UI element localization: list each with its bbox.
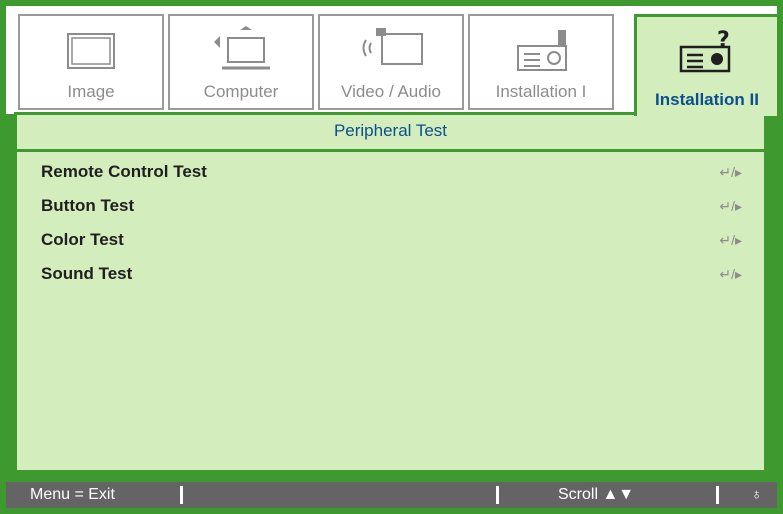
enter-arrow-icon: ↵/▸ (719, 164, 742, 180)
tab-computer-label: Computer (203, 82, 279, 101)
enter-arrow-icon: ↵/▸ (719, 198, 742, 214)
content-panel: Peripheral Test Remote Control Test ↵/▸ … (14, 112, 767, 473)
menu-item-color-test[interactable]: Color Test ↵/▸ (41, 225, 750, 255)
status-bar: Menu = Exit Scroll ▲▼ ♁ (6, 482, 777, 508)
tab-image[interactable]: Image (18, 14, 164, 110)
video-audio-icon (320, 26, 462, 78)
status-divider (496, 486, 499, 504)
tab-installation-2-label: Installation II (655, 90, 759, 109)
tab-image-label: Image (67, 82, 115, 101)
menu-item-label: Remote Control Test (41, 162, 207, 181)
projector-help-icon: ? (637, 27, 777, 79)
menu-item-button-test[interactable]: Button Test ↵/▸ (41, 191, 750, 221)
enter-arrow-icon: ↵/▸ (719, 266, 742, 282)
menu-item-label: Button Test (41, 196, 135, 215)
osd-menu: Image Computer Video / Audio Installatio… (0, 0, 783, 514)
menu-item-remote-control-test[interactable]: Remote Control Test ↵/▸ (41, 157, 750, 187)
menu-item-sound-test[interactable]: Sound Test ↵/▸ (41, 259, 750, 289)
tab-installation-1-label: Installation I (495, 82, 587, 101)
menu-exit-hint: Menu = Exit (30, 486, 115, 503)
bulb-icon: ♁ (751, 486, 763, 503)
svg-text:?: ? (717, 28, 730, 53)
tab-video-audio-label: Video / Audio (341, 82, 441, 101)
scroll-hint: Scroll ▲▼ (558, 486, 635, 503)
tab-installation-1[interactable]: Installation I (468, 14, 614, 110)
tab-computer[interactable]: Computer (168, 14, 314, 110)
menu-item-label: Color Test (41, 230, 124, 249)
tab-video-audio[interactable]: Video / Audio (318, 14, 464, 110)
menu-item-label: Sound Test (41, 264, 133, 283)
computer-icon (170, 26, 312, 78)
tab-installation-2[interactable]: ? Installation II (634, 14, 780, 116)
projector-icon (470, 26, 612, 78)
status-divider (716, 486, 719, 504)
panel-title: Peripheral Test (17, 115, 764, 152)
monitor-icon (20, 26, 162, 78)
status-divider (180, 486, 183, 504)
enter-arrow-icon: ↵/▸ (719, 232, 742, 248)
